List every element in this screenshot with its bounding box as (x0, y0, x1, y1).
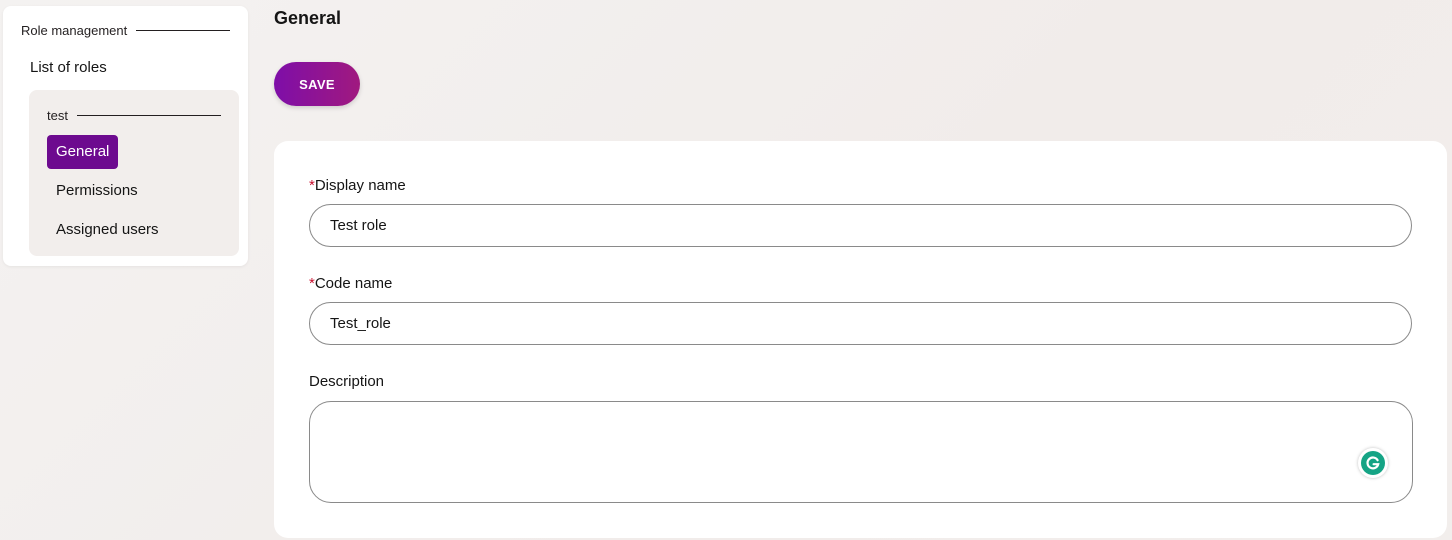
sidebar: Role management List of roles test Gener… (3, 6, 248, 266)
divider (76, 115, 221, 116)
role-header: test (47, 108, 221, 123)
sidebar-item-permissions[interactable]: Permissions (47, 174, 147, 208)
divider (136, 30, 230, 31)
description-field[interactable] (309, 401, 1413, 503)
sidebar-item-general[interactable]: General (47, 135, 119, 169)
form-card: *Display name *Code name Description (274, 141, 1447, 538)
display-name-field[interactable] (309, 204, 1412, 247)
sidebar-item-assigned-users[interactable]: Assigned users (47, 213, 168, 247)
display-name-label: *Display name (309, 177, 406, 194)
code-name-field[interactable] (309, 302, 1412, 345)
section-title: Role management (21, 23, 128, 38)
save-button[interactable]: SAVE (274, 62, 360, 106)
page-title: General (274, 8, 342, 28)
display-name-label-text: Display name (314, 177, 406, 194)
description-label: Description (309, 373, 385, 390)
code-name-label: *Code name (309, 275, 392, 292)
role-subnav: test General Permissions Assigned users (29, 90, 239, 256)
grammarly-logo (1361, 451, 1385, 475)
list-of-roles-link[interactable]: List of roles (30, 59, 107, 76)
grammarly-icon[interactable] (1358, 448, 1388, 478)
section-header: Role management (21, 23, 230, 38)
code-name-label-text: Code name (314, 275, 393, 292)
role-name: test (47, 108, 68, 123)
